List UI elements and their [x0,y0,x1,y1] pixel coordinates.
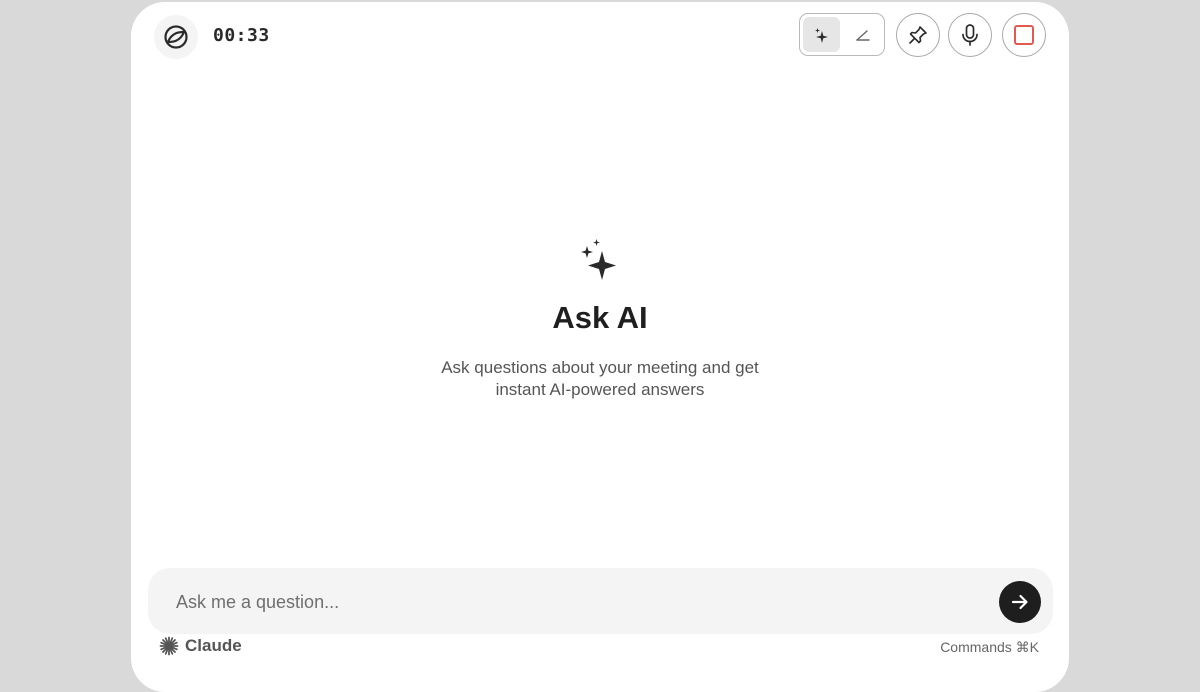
pin-button[interactable] [896,13,940,57]
subtitle-line-2: instant AI-powered answers [495,380,705,399]
stop-icon [1014,25,1034,45]
arrow-right-icon [1011,594,1028,610]
commands-shortcut[interactable]: Commands ⌘K [940,639,1039,656]
ask-ai-mode-button[interactable] [803,17,840,52]
question-input-bar [148,568,1053,634]
app-logo[interactable] [154,15,198,59]
microphone-button[interactable] [948,13,992,57]
question-input[interactable] [174,582,978,622]
model-selector[interactable]: Claude [159,636,242,656]
page-title: Ask AI [552,300,648,335]
send-button[interactable] [999,581,1041,623]
microphone-icon [962,24,978,46]
sparkle-icon [814,27,828,43]
claude-icon [159,636,179,656]
page-subtitle: Ask questions about your meeting and get… [131,357,1069,401]
subtitle-line-1: Ask questions about your meeting and get [441,358,759,377]
stop-recording-button[interactable] [1002,13,1046,57]
pen-icon [855,29,870,41]
notes-mode-button[interactable] [844,17,881,52]
ask-ai-window: 00:33 Ask AI Ask questions about your me… [131,2,1069,692]
pin-icon [909,26,927,44]
mode-toggle [799,13,885,56]
app-logo-icon [164,25,188,49]
model-name: Claude [185,636,242,655]
recording-timer: 00:33 [213,25,270,46]
sparkle-icon [581,239,616,280]
